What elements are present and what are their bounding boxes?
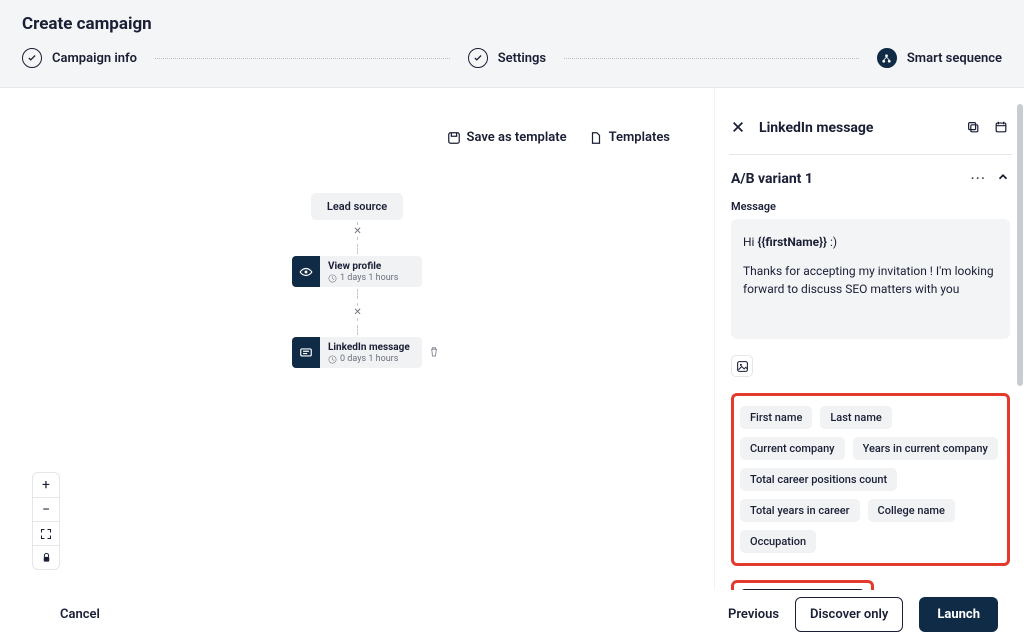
page-title: Create campaign [22, 14, 1002, 34]
node-view-profile[interactable]: View profile 1 days 1 hours [292, 256, 422, 287]
zoom-controls: + − [32, 472, 60, 570]
token-years-in-current-company[interactable]: Years in current company [853, 437, 998, 460]
check-icon [468, 48, 488, 68]
message-editor[interactable]: Hi {{firstName}} :) Thanks for accepting… [731, 219, 1010, 339]
previous-button[interactable]: Previous [728, 607, 779, 622]
remove-icon[interactable]: ✕ [353, 226, 361, 237]
flow-connector [357, 244, 358, 254]
check-icon [22, 48, 42, 68]
file-icon [589, 131, 603, 145]
flow-connector [357, 325, 358, 335]
step-label: Settings [498, 51, 546, 66]
clock-icon [328, 355, 337, 364]
step-label: Campaign info [52, 51, 137, 66]
message-line: Thanks for accepting my invitation ! I'm… [743, 262, 998, 299]
cancel-button[interactable]: Cancel [60, 607, 100, 622]
node-meta: 1 days 1 hours [328, 273, 414, 283]
node-lead-source[interactable]: Lead source [311, 193, 403, 220]
panel-title: LinkedIn message [759, 120, 954, 136]
save-icon [447, 131, 461, 145]
token-total-career-positions-count[interactable]: Total career positions count [740, 468, 897, 491]
footer: Cancel Previous Discover only Launch [0, 590, 1024, 638]
zoom-in-button[interactable]: + [33, 473, 59, 497]
message-label: Message [731, 200, 1010, 213]
image-icon [736, 360, 749, 373]
variable-tokens: First name Last name Current company Yea… [731, 393, 1010, 566]
flow-connector [357, 289, 358, 299]
token-first-name[interactable]: First name [740, 406, 812, 429]
side-panel: LinkedIn message A/B variant 1 ··· Messa… [714, 88, 1024, 590]
scrollbar-thumb[interactable] [1017, 104, 1023, 386]
step-connector [155, 58, 450, 59]
close-icon[interactable] [731, 120, 747, 136]
step-campaign-info[interactable]: Campaign info [22, 48, 137, 68]
scrollbar[interactable] [1016, 104, 1024, 574]
toolbar-label: Save as template [467, 130, 567, 145]
node-title: LinkedIn message [328, 342, 414, 353]
clock-icon [328, 274, 337, 283]
node-meta: 0 days 1 hours [328, 354, 414, 364]
step-smart-sequence[interactable]: Smart sequence [877, 48, 1002, 68]
node-title: View profile [328, 261, 414, 272]
copy-icon[interactable] [966, 120, 982, 136]
flow-connector: ✕ [357, 303, 358, 321]
message-line: Hi {{firstName}} :) [743, 233, 998, 252]
lock-button[interactable] [33, 545, 59, 569]
token-last-name[interactable]: Last name [820, 406, 891, 429]
stepper: Campaign info Settings Smart sequence [22, 48, 1002, 68]
eye-icon [292, 256, 320, 287]
token-occupation[interactable]: Occupation [740, 530, 816, 553]
flow-connector: ✕ [357, 222, 358, 240]
delete-icon[interactable] [428, 345, 440, 360]
chevron-up-icon[interactable] [996, 170, 1010, 188]
zoom-out-button[interactable]: − [33, 497, 59, 521]
toolbar-label: Templates [609, 130, 670, 145]
variant-title: A/B variant 1 [731, 171, 960, 187]
divider [729, 154, 1012, 155]
discover-only-button[interactable]: Discover only [795, 597, 903, 632]
launch-button[interactable]: Launch [919, 597, 998, 632]
calendar-icon[interactable] [994, 120, 1010, 136]
add-variant-highlight: + Add A/B variant [731, 580, 874, 590]
node-linkedin-message[interactable]: LinkedIn message 0 days 1 hours [292, 337, 422, 368]
save-as-template-button[interactable]: Save as template [447, 130, 567, 145]
step-connector [564, 58, 859, 59]
attach-image-button[interactable] [731, 349, 1010, 383]
token-current-company[interactable]: Current company [740, 437, 845, 460]
step-settings[interactable]: Settings [468, 48, 546, 68]
token-college-name[interactable]: College name [868, 499, 955, 522]
step-label: Smart sequence [907, 51, 1002, 66]
sequence-canvas[interactable]: Save as template Templates Lead source ✕… [0, 88, 714, 590]
templates-button[interactable]: Templates [589, 130, 670, 145]
token-total-years-in-career[interactable]: Total years in career [740, 499, 860, 522]
sequence-icon [877, 48, 897, 68]
message-icon [292, 337, 320, 368]
fit-screen-button[interactable] [33, 521, 59, 545]
remove-icon[interactable]: ✕ [353, 307, 361, 318]
top-bar: Create campaign Campaign info Settings S… [0, 0, 1024, 88]
more-icon[interactable]: ··· [970, 169, 986, 188]
